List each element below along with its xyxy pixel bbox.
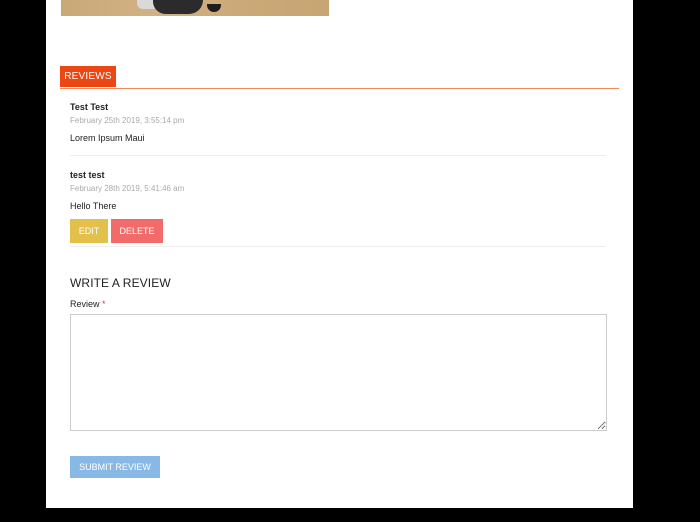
tab-reviews[interactable]: REVIEWS (60, 66, 116, 87)
review-date: February 25th 2019, 3:55:14 pm (70, 116, 185, 125)
resize-grip-icon[interactable]: ⋰ (601, 423, 607, 429)
review-item: test test February 28th 2019, 5:41:46 am… (70, 170, 606, 247)
delete-review-button[interactable]: DELETE (111, 219, 163, 243)
review-field-label: Review * (70, 299, 106, 309)
page-content: REVIEWS Test Test February 25th 2019, 3:… (46, 0, 633, 508)
product-image-detail (153, 0, 203, 14)
review-textarea[interactable] (70, 314, 607, 431)
write-review-heading: WRITE A REVIEW (70, 276, 171, 290)
product-image (61, 0, 329, 16)
product-image-detail (207, 4, 221, 12)
review-text: Lorem Ipsum Maui (70, 133, 145, 143)
review-author: Test Test (70, 102, 109, 112)
review-text: Hello There (70, 201, 117, 211)
review-label-text: Review (70, 299, 100, 309)
required-marker: * (102, 299, 106, 309)
submit-review-button[interactable]: SUBMIT REVIEW (70, 456, 160, 478)
review-date: February 28th 2019, 5:41:46 am (70, 184, 185, 193)
review-item: Test Test February 25th 2019, 3:55:14 pm… (70, 102, 606, 156)
edit-review-button[interactable]: EDIT (70, 219, 108, 243)
review-author: test test (70, 170, 105, 180)
product-tabs: REVIEWS (60, 66, 619, 89)
